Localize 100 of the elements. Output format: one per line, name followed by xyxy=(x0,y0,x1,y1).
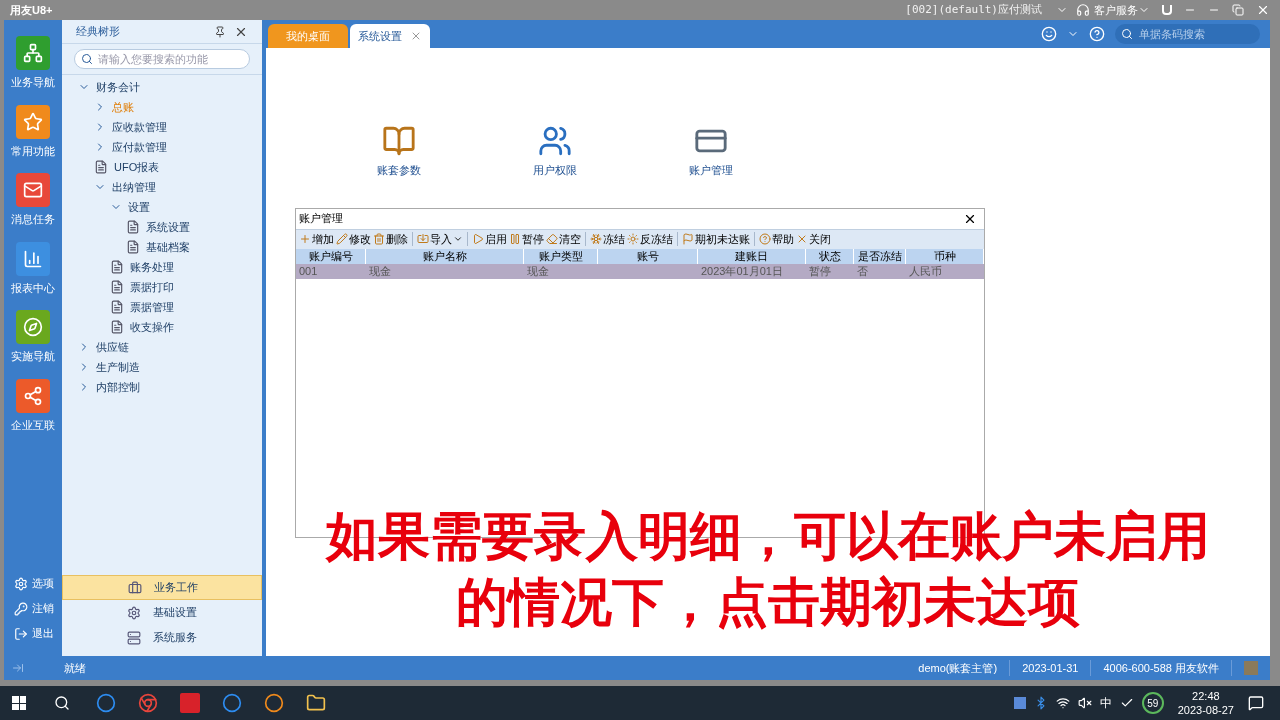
restore-icon[interactable] xyxy=(1232,4,1244,16)
search-field[interactable]: 单据条码搜索 xyxy=(1115,24,1260,44)
tree-item[interactable]: 财务会计 xyxy=(96,78,140,96)
tree-item[interactable]: 基础档案 xyxy=(146,238,190,256)
module-label[interactable]: 报表中心 xyxy=(11,279,55,296)
tree-item[interactable]: 账务处理 xyxy=(130,258,174,276)
tree-item[interactable]: 供应链 xyxy=(96,338,129,356)
module-icon[interactable] xyxy=(16,104,50,139)
column-header[interactable]: 建账日 xyxy=(698,248,806,264)
browser-icon[interactable] xyxy=(138,693,158,713)
toolbar-button[interactable]: 导入 xyxy=(416,230,464,248)
toolbar-button[interactable]: 暂停 xyxy=(508,230,545,248)
users-icon[interactable] xyxy=(538,124,572,158)
column-header[interactable]: 账号 xyxy=(598,248,698,264)
column-header[interactable]: 状态 xyxy=(806,248,854,264)
notification-icon[interactable] xyxy=(1248,695,1264,711)
rail-action[interactable]: 选项 xyxy=(32,575,54,592)
desktop-shortcut[interactable]: 账套参数 xyxy=(377,162,421,179)
rail-action[interactable]: 注销 xyxy=(32,600,54,617)
help-icon xyxy=(759,233,771,245)
settings-icon[interactable] xyxy=(14,576,28,591)
pin-icon[interactable] xyxy=(214,25,226,38)
column-header[interactable]: 是否冻结 xyxy=(854,248,906,264)
tree-item[interactable]: UFO报表 xyxy=(114,158,160,176)
account-label: [002](default)应付测试 xyxy=(905,1,1042,18)
tray-badge[interactable]: 59 xyxy=(1141,692,1164,714)
module-label[interactable]: 实施导航 xyxy=(11,348,55,365)
mute-icon[interactable] xyxy=(1077,696,1092,710)
tray-icon[interactable] xyxy=(1013,697,1026,709)
table-cell: 现金 xyxy=(527,264,549,277)
help-icon[interactable] xyxy=(1089,26,1105,42)
column-header[interactable]: 账户名称 xyxy=(366,248,524,264)
column-header[interactable]: 账户类型 xyxy=(524,248,598,264)
sun-icon xyxy=(627,233,639,245)
search-icon[interactable] xyxy=(54,695,70,711)
module-label[interactable]: 常用功能 xyxy=(11,142,55,159)
module-icon[interactable] xyxy=(16,36,50,70)
tree-item[interactable]: 收支操作 xyxy=(130,318,174,336)
search-icon xyxy=(1121,28,1133,40)
check-icon[interactable] xyxy=(1119,696,1134,710)
smiley-icon[interactable] xyxy=(1041,26,1057,42)
tree-item[interactable]: 应收款管理 xyxy=(112,118,167,136)
record-icon[interactable] xyxy=(264,693,284,713)
module-icon[interactable] xyxy=(16,241,50,276)
folder-icon[interactable] xyxy=(306,693,326,713)
toolbar-button[interactable]: 启用 xyxy=(471,230,508,248)
book-icon[interactable] xyxy=(382,124,416,158)
toolbar-button[interactable]: 关闭 xyxy=(795,230,832,248)
toolbar-button[interactable]: 反冻结 xyxy=(626,230,674,248)
section-item[interactable]: 系统服务 xyxy=(62,625,262,650)
tree-item[interactable]: 出纳管理 xyxy=(112,178,156,196)
toolbar-button[interactable]: 冻结 xyxy=(589,230,626,248)
table-cell: 否 xyxy=(857,264,868,277)
app-circle-icon[interactable] xyxy=(222,693,242,713)
app-circle-icon[interactable] xyxy=(96,693,116,713)
clock-date[interactable]: 2023-08-27 xyxy=(1177,703,1234,717)
search-field[interactable]: 请输入您要搜索的功能 xyxy=(74,49,250,69)
column-header[interactable]: 币种 xyxy=(906,248,984,264)
flag-icon xyxy=(682,233,694,245)
search-input[interactable]: 请输入您要搜索的功能 xyxy=(98,50,243,68)
u-icon[interactable] xyxy=(1162,5,1172,15)
module-icon[interactable] xyxy=(16,310,50,344)
module-label[interactable]: 企业互联 xyxy=(11,416,55,433)
desktop-shortcut[interactable]: 用户权限 xyxy=(533,162,577,179)
section-item[interactable]: 基础设置 xyxy=(62,600,262,625)
tree-item[interactable]: 票据管理 xyxy=(130,298,174,316)
clock-time[interactable]: 22:48 xyxy=(1192,689,1220,703)
toolbar-button[interactable]: 期初未达账 xyxy=(681,230,751,248)
key-icon[interactable] xyxy=(14,601,28,616)
module-label[interactable]: 业务导航 xyxy=(11,74,55,91)
toolbar-button[interactable]: 帮助 xyxy=(758,230,795,248)
headset-icon xyxy=(1076,3,1090,17)
module-label[interactable]: 消息任务 xyxy=(11,211,55,228)
windows-start-icon[interactable] xyxy=(12,696,26,710)
rail-action[interactable]: 退出 xyxy=(32,625,54,642)
table-cell: 现金 xyxy=(369,264,391,277)
close-tab-icon[interactable] xyxy=(410,30,422,42)
ime-indicator[interactable]: 中 xyxy=(1099,694,1112,712)
wifi-icon[interactable] xyxy=(1055,696,1070,710)
tree-item[interactable]: 系统设置 xyxy=(146,218,190,236)
subtitle-caption: 如果需要录入明细，可以在账户未启用 xyxy=(326,506,1210,567)
toolbar-button[interactable]: 增加 xyxy=(298,230,335,248)
section-item[interactable]: 业务工作 xyxy=(62,575,262,600)
search-input[interactable]: 单据条码搜索 xyxy=(1139,25,1254,43)
expand-icon[interactable] xyxy=(12,662,24,674)
tree-item[interactable]: 应付款管理 xyxy=(112,138,167,156)
column-header[interactable]: 账户编号 xyxy=(296,248,366,264)
toolbar-button[interactable]: 删除 xyxy=(372,230,409,248)
tree-item[interactable]: 设置 xyxy=(128,198,150,216)
tree-item[interactable]: 内部控制 xyxy=(96,378,140,396)
module-icon[interactable] xyxy=(16,173,50,207)
toolbar-button[interactable]: 清空 xyxy=(545,230,582,248)
exit-icon[interactable] xyxy=(14,626,28,641)
module-icon[interactable] xyxy=(16,378,50,413)
desktop-shortcut[interactable]: 账户管理 xyxy=(689,162,733,179)
toolbar-button[interactable]: 修改 xyxy=(335,230,372,248)
tree-item[interactable]: 生产制造 xyxy=(96,358,140,376)
document-icon xyxy=(126,240,140,254)
tree-item[interactable]: 票据打印 xyxy=(130,278,174,296)
tab[interactable]: 系统设置 xyxy=(350,24,430,48)
